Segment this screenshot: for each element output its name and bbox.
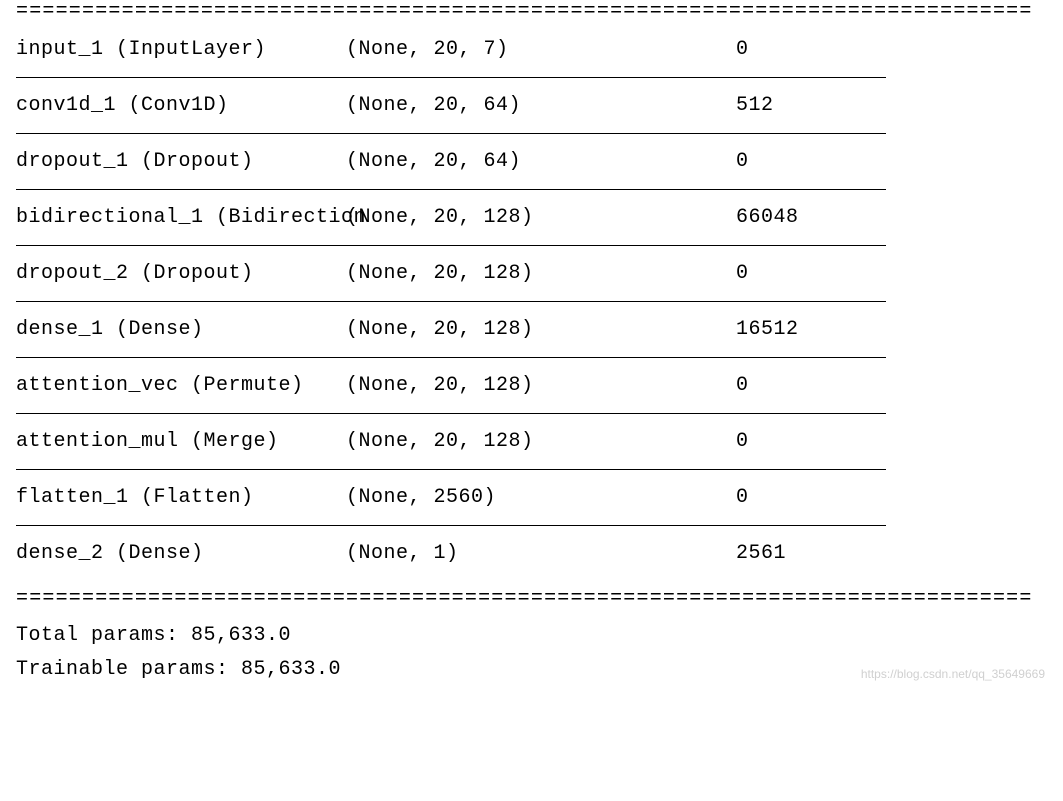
layer-param-count: 0 <box>736 430 1047 453</box>
layer-param-count: 16512 <box>736 318 1047 341</box>
layer-param-count: 0 <box>736 262 1047 285</box>
layer-name: dense_2 (Dense) <box>16 542 346 565</box>
layer-name: attention_mul (Merge) <box>16 430 346 453</box>
layer-rows: input_1 (InputLayer) (None, 20, 7) 0 con… <box>16 22 1047 581</box>
layer-name: dropout_1 (Dropout) <box>16 150 346 173</box>
layer-output-shape: (None, 20, 128) <box>346 430 736 453</box>
layer-param-count: 66048 <box>736 206 1047 229</box>
table-row: attention_vec (Permute) (None, 20, 128) … <box>16 358 1047 413</box>
table-row: input_1 (InputLayer) (None, 20, 7) 0 <box>16 22 1047 77</box>
layer-name: dense_1 (Dense) <box>16 318 346 341</box>
model-summary: ========================================… <box>0 0 1063 687</box>
layer-output-shape: (None, 20, 64) <box>346 150 736 173</box>
layer-name: flatten_1 (Flatten) <box>16 486 346 509</box>
layer-name: dropout_2 (Dropout) <box>16 262 346 285</box>
watermark: https://blog.csdn.net/qq_35649669 <box>861 667 1045 681</box>
header-divider: ========================================… <box>16 0 1047 22</box>
layer-param-count: 0 <box>736 38 1047 61</box>
layer-param-count: 0 <box>736 150 1047 173</box>
table-row: dense_2 (Dense) (None, 1) 2561 <box>16 526 1047 581</box>
layer-name: input_1 (InputLayer) <box>16 38 346 61</box>
layer-output-shape: (None, 1) <box>346 542 736 565</box>
layer-output-shape: (None, 2560) <box>346 486 736 509</box>
layer-name: bidirectional_1 (Bidirection <box>16 206 346 229</box>
layer-name: attention_vec (Permute) <box>16 374 346 397</box>
table-row: conv1d_1 (Conv1D) (None, 20, 64) 512 <box>16 78 1047 133</box>
layer-output-shape: (None, 20, 128) <box>346 374 736 397</box>
layer-name: conv1d_1 (Conv1D) <box>16 94 346 117</box>
table-row: bidirectional_1 (Bidirection (None, 20, … <box>16 190 1047 245</box>
layer-output-shape: (None, 20, 7) <box>346 38 736 61</box>
table-row: dropout_2 (Dropout) (None, 20, 128) 0 <box>16 246 1047 301</box>
table-row: dense_1 (Dense) (None, 20, 128) 16512 <box>16 302 1047 357</box>
layer-output-shape: (None, 20, 64) <box>346 94 736 117</box>
layer-param-count: 0 <box>736 374 1047 397</box>
layer-param-count: 0 <box>736 486 1047 509</box>
table-row: attention_mul (Merge) (None, 20, 128) 0 <box>16 414 1047 469</box>
footer-divider: ========================================… <box>16 581 1047 611</box>
table-row: flatten_1 (Flatten) (None, 2560) 0 <box>16 470 1047 525</box>
layer-param-count: 512 <box>736 94 1047 117</box>
layer-param-count: 2561 <box>736 542 1047 565</box>
layer-output-shape: (None, 20, 128) <box>346 318 736 341</box>
total-params: Total params: 85,633.0 <box>16 619 1047 653</box>
layer-output-shape: (None, 20, 128) <box>346 262 736 285</box>
table-row: dropout_1 (Dropout) (None, 20, 64) 0 <box>16 134 1047 189</box>
layer-output-shape: (None, 20, 128) <box>346 206 736 229</box>
